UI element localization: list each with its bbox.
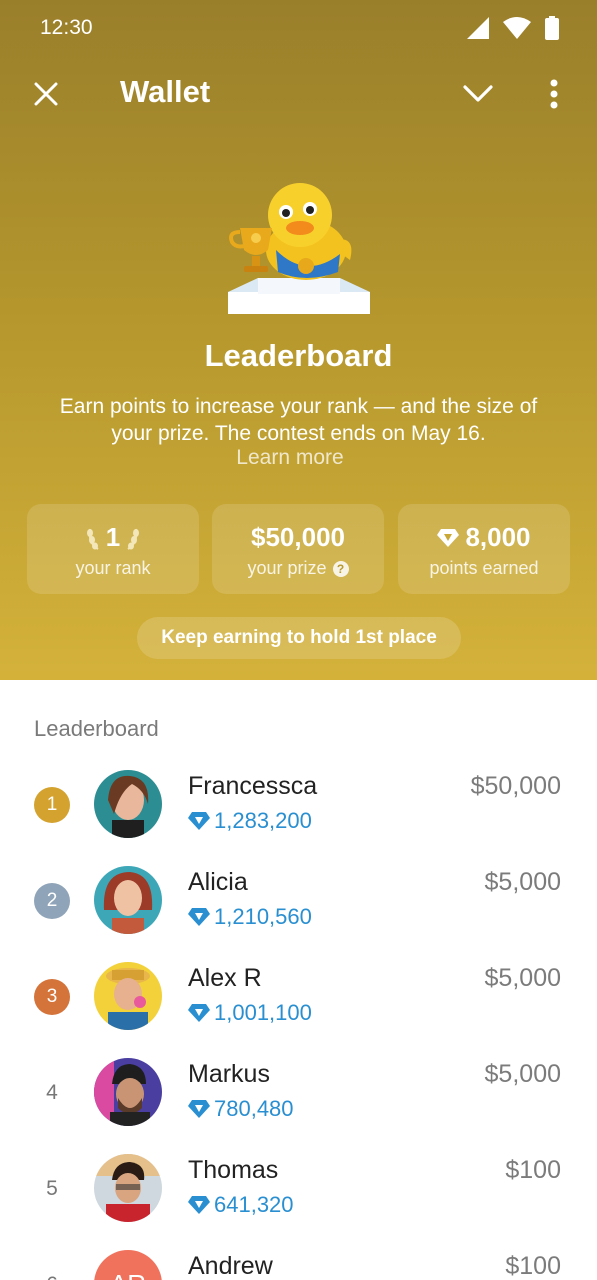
- leaderboard-row[interactable]: 2 Alicia 1,210,560 $5,000: [0, 864, 597, 960]
- person-name: Alex R: [188, 964, 262, 992]
- battery-icon: [545, 16, 559, 40]
- rank-number: 5: [46, 1177, 58, 1200]
- points-row: 641,320: [188, 1192, 294, 1218]
- points-row: 1,001,100: [188, 1000, 312, 1026]
- rank-badge-gold: 1: [34, 787, 70, 823]
- points-value: 1,283,200: [214, 808, 312, 833]
- points-row: 780,480: [188, 1096, 294, 1122]
- avatar: [94, 866, 162, 934]
- prize-amount: $5,000: [484, 868, 561, 896]
- diamond-icon: [437, 528, 460, 547]
- prize-amount: $100: [505, 1252, 561, 1280]
- app-title: Wallet: [120, 74, 211, 109]
- leaderboard-row[interactable]: 4 Markus 780,480 $5,000: [0, 1056, 597, 1152]
- avatar: [94, 1154, 162, 1222]
- diamond-icon: [188, 1196, 210, 1214]
- prize-amount: $5,000: [484, 964, 561, 992]
- status-icons: [467, 16, 559, 40]
- person-name: Alicia: [188, 868, 248, 896]
- keep-earning-banner: Keep earning to hold 1st place: [137, 617, 461, 659]
- avatar-initials: AR: [94, 1250, 162, 1280]
- avatar: [94, 1058, 162, 1126]
- close-icon: [34, 82, 58, 106]
- points-value: 780,480: [214, 1096, 294, 1121]
- chevron-down-icon: [463, 85, 493, 102]
- diamond-icon: [188, 908, 210, 926]
- prize-amount: $5,000: [484, 1060, 561, 1088]
- learn-more-link[interactable]: Learn more: [0, 446, 580, 470]
- help-icon[interactable]: ?: [332, 560, 349, 577]
- duck-trophy-illustration: [228, 183, 370, 314]
- status-bar: 12:30: [0, 0, 597, 60]
- diamond-icon: [188, 1004, 210, 1022]
- person-name: Andrew: [188, 1252, 273, 1280]
- rank-badge-bronze: 3: [34, 979, 70, 1015]
- prize-label-row: your prize ?: [212, 558, 384, 579]
- leaderboard-row[interactable]: 1 Francessca 1,283,200 $50,000: [0, 768, 597, 864]
- prize-amount: $50,000: [470, 772, 561, 800]
- points-value: 1,001,100: [214, 1000, 312, 1025]
- points-value-row: 8,000: [398, 522, 570, 553]
- leaderboard-row[interactable]: 3 Alex R 1,001,100 $5,000: [0, 960, 597, 1056]
- cellular-signal-icon: [467, 17, 489, 39]
- rank-number: 4: [46, 1081, 58, 1104]
- laurel-right-icon: [127, 528, 140, 550]
- person-name: Markus: [188, 1060, 270, 1088]
- app-bar: Wallet: [0, 62, 597, 124]
- points-card: 8,000 points earned: [398, 504, 570, 594]
- more-vert-icon: [550, 79, 558, 109]
- points-row: 1,210,560: [188, 904, 312, 930]
- points-row: 1,283,200: [188, 808, 312, 834]
- rank-value-row: 1: [27, 522, 199, 553]
- diamond-icon: [188, 812, 210, 830]
- rank-card: 1 your rank: [27, 504, 199, 594]
- dropdown-button[interactable]: [458, 76, 498, 112]
- avatar: [94, 962, 162, 1030]
- points-value: 641,320: [214, 1192, 294, 1217]
- avatar: [94, 770, 162, 838]
- leaderboard-row[interactable]: 5 Thomas 641,320 $100: [0, 1152, 597, 1248]
- laurel-left-icon: [86, 528, 99, 550]
- more-options-button[interactable]: [536, 74, 572, 114]
- person-name: Thomas: [188, 1156, 279, 1184]
- points-value: 1,210,560: [214, 904, 312, 929]
- leaderboard-list-header: Leaderboard: [34, 716, 159, 741]
- rank-label: your rank: [75, 558, 151, 578]
- close-button[interactable]: [28, 76, 64, 112]
- rank-number: 6: [34, 1267, 70, 1280]
- hero-description: Earn points to increase your rank — and …: [59, 395, 538, 445]
- leaderboard-row[interactable]: 6 AR Andrew $100: [0, 1248, 597, 1280]
- rank-badge-silver: 2: [34, 883, 70, 919]
- points-value: 8,000: [465, 522, 531, 552]
- diamond-icon: [188, 1100, 210, 1118]
- wallet-header: 12:30 Wallet Leaderboard Earn points to …: [0, 0, 597, 680]
- prize-label: your prize: [247, 558, 327, 578]
- points-label: points earned: [429, 558, 539, 578]
- status-time: 12:30: [40, 16, 93, 39]
- prize-amount: $100: [505, 1156, 561, 1184]
- prize-card[interactable]: $50,000 your prize ?: [212, 504, 384, 594]
- rank-value: 1: [105, 522, 121, 552]
- prize-value: $50,000: [251, 522, 345, 552]
- person-name: Francessca: [188, 772, 318, 800]
- wifi-icon: [503, 17, 531, 39]
- hero-title: Leaderboard: [204, 338, 393, 373]
